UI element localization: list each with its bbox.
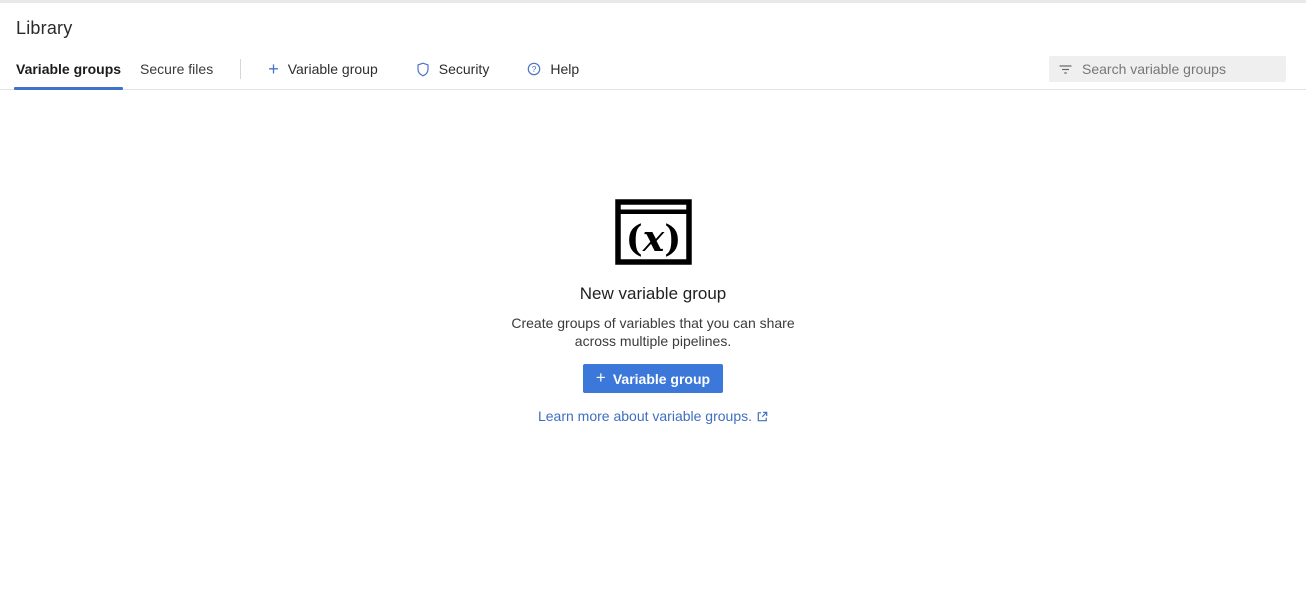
tab-label: Variable groups [16,61,121,77]
variable-group-window-icon: (x) [615,199,692,265]
search-input[interactable] [1082,61,1277,77]
command-label: Security [439,61,490,77]
external-link-icon [757,411,768,422]
svg-text:(x): (x) [625,218,681,260]
add-variable-group-command[interactable]: + Variable group [268,49,378,89]
tab-bar: Variable groups Secure files + Variable … [0,49,1306,90]
svg-text:?: ? [532,64,537,74]
command-bar: + Variable group Security ? Help [268,49,579,89]
empty-state-description: Create groups of variables that you can … [511,315,794,350]
tab-variable-groups[interactable]: Variable groups [16,49,121,89]
help-command[interactable]: ? Help [527,49,579,89]
plus-icon: + [268,60,279,78]
tab-list: Variable groups Secure files [16,49,213,89]
tab-secure-files[interactable]: Secure files [140,49,213,89]
command-label: Variable group [288,61,378,77]
shield-icon [416,62,430,77]
plus-icon: + [596,369,606,386]
page-header: Library [0,3,1306,49]
filter-icon [1058,62,1073,76]
empty-state: (x) New variable group Create groups of … [0,90,1306,424]
toolbar-divider [240,59,241,79]
empty-state-title: New variable group [580,284,726,304]
learn-more-link[interactable]: Learn more about variable groups. [538,408,768,424]
add-variable-group-button[interactable]: + Variable group [583,364,723,393]
tab-label: Secure files [140,61,213,77]
help-circle-icon: ? [527,62,541,76]
link-label: Learn more about variable groups. [538,408,752,424]
security-command[interactable]: Security [416,49,490,89]
description-line: across multiple pipelines. [511,333,794,351]
description-line: Create groups of variables that you can … [511,315,794,333]
search-box[interactable] [1049,56,1286,82]
button-label: Variable group [613,371,710,387]
command-label: Help [550,61,579,77]
toolbar-spacer [579,49,1049,89]
page-title: Library [16,18,1290,39]
